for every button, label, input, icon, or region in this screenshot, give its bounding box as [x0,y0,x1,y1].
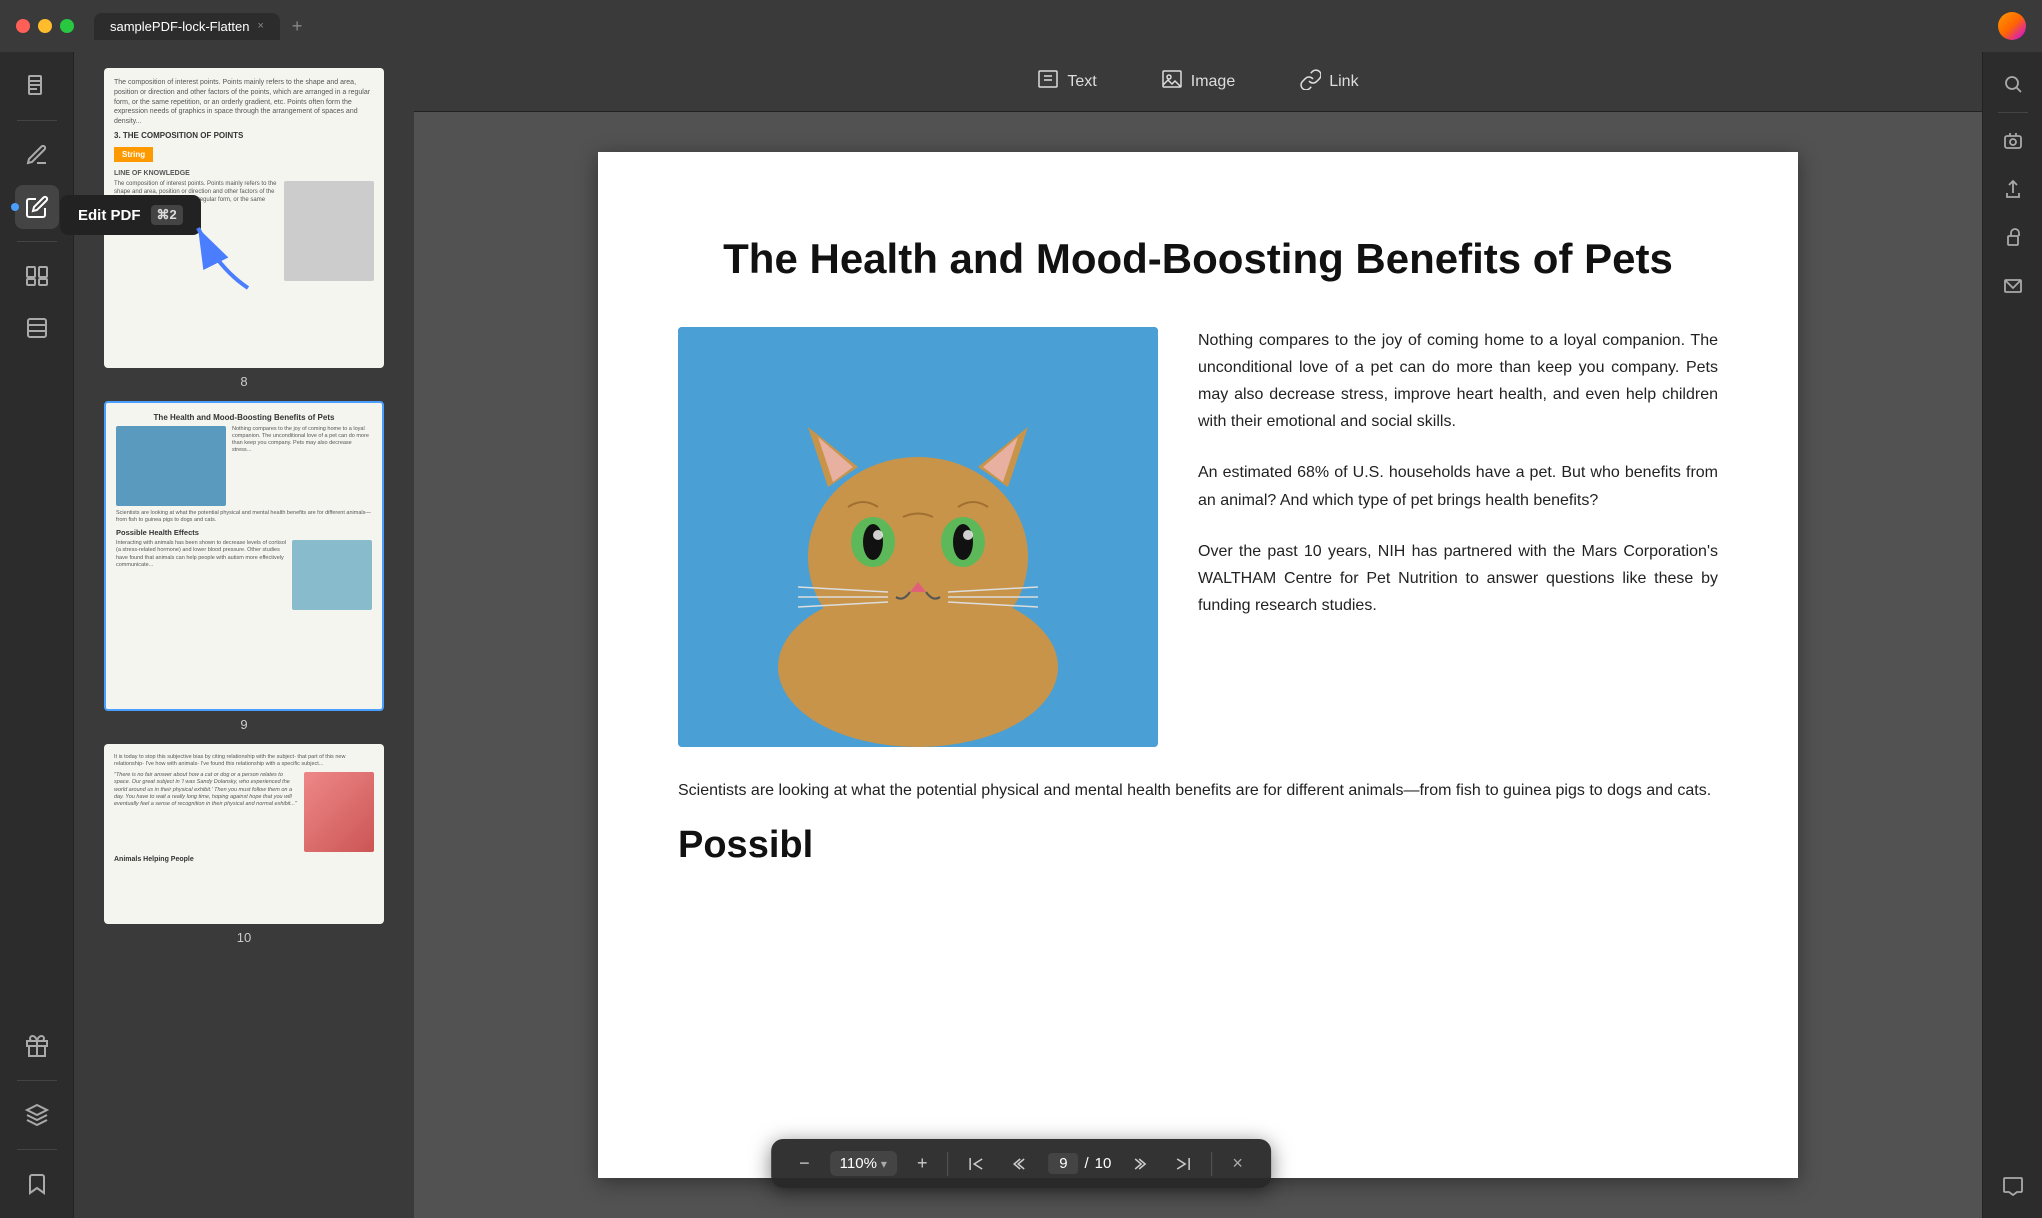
sidebar-item-layers[interactable] [15,1093,59,1137]
text-tool-label: Text [1067,73,1096,91]
tab-close-button[interactable]: × [257,20,263,32]
link-tool-icon [1299,68,1321,95]
page-prev-button[interactable] [1004,1152,1036,1176]
sidebar-item-gift[interactable] [15,1024,59,1068]
email-icon[interactable] [1993,265,2033,305]
protect-icon[interactable] [1993,217,2033,257]
traffic-lights [16,19,74,33]
link-tool-button[interactable]: Link [1287,62,1370,101]
tab-title: samplePDF-lock-Flatten [110,19,249,34]
close-button[interactable] [16,19,30,33]
cat-image [678,327,1158,747]
image-tool-icon [1161,68,1183,95]
right-divider-1 [1998,112,2028,113]
toolbar-divider-2 [1211,1152,1212,1176]
pdf-para-3: Over the past 10 years, NIH has partnere… [1198,538,1718,620]
pdf-text-column: Nothing compares to the joy of coming ho… [1198,327,1718,747]
page-last-button[interactable] [1167,1152,1199,1176]
tooltip-shortcut: ⌘2 [151,205,183,225]
user-avatar[interactable] [1998,12,2026,40]
minimize-button[interactable] [38,19,52,33]
tooltip-arrow [188,218,268,303]
top-toolbar: Text Image [414,52,1982,112]
sidebar-item-tools1[interactable] [15,133,59,177]
tooltip-label: Edit PDF [78,207,141,224]
main-layout: The composition of interest points. Poin… [0,52,2042,1218]
text-tool-icon [1037,68,1059,95]
active-indicator [11,203,19,211]
pdf-viewer[interactable]: The Health and Mood-Boosting Benefits of… [414,112,1982,1218]
active-tab[interactable]: samplePDF-lock-Flatten × [94,13,280,40]
title-bar: samplePDF-lock-Flatten × + [0,0,2042,52]
toolbar-divider-1 [947,1152,948,1176]
sidebar-item-edit[interactable] [15,185,59,229]
pdf-para-4: Scientists are looking at what the poten… [678,777,1718,804]
link-tool-label: Link [1329,73,1358,91]
sidebar-divider-2 [17,241,57,242]
zoom-chevron-icon: ▾ [881,1157,887,1171]
image-tool-button[interactable]: Image [1149,62,1247,101]
thumb-label-10: 10 [237,930,251,945]
sidebar-divider-4 [17,1149,57,1150]
sidebar-item-document[interactable] [15,64,59,108]
pdf-para-2: An estimated 68% of U.S. households have… [1198,459,1718,513]
zoom-value: 110% [840,1155,877,1172]
text-tool-button[interactable]: Text [1025,62,1108,101]
scan-icon[interactable] [1993,121,2033,161]
maximize-button[interactable] [60,19,74,33]
zoom-in-button[interactable]: + [909,1149,936,1178]
total-pages: 10 [1095,1155,1112,1172]
tab-bar: samplePDF-lock-Flatten × + [94,13,310,40]
comment-icon[interactable] [1993,1166,2033,1206]
page-display: / 10 [1048,1153,1111,1174]
sidebar-item-redact[interactable] [15,306,59,350]
content-area: Text Image [414,52,1982,1218]
page-next-button[interactable] [1123,1152,1155,1176]
bottom-toolbar: − 110% ▾ + / 10 × [771,1139,1271,1188]
export-icon[interactable] [1993,169,2033,209]
pdf-page: The Health and Mood-Boosting Benefits of… [598,152,1798,1178]
sidebar-item-bookmark[interactable] [15,1162,59,1206]
pdf-content-row: Nothing compares to the joy of coming ho… [678,327,1718,747]
thumbnail-page-10[interactable]: It is today to stop this subjective bias… [90,744,398,945]
toolbar-close-button[interactable]: × [1224,1149,1251,1178]
zoom-display[interactable]: 110% ▾ [830,1151,897,1176]
sidebar-divider-3 [17,1080,57,1081]
pdf-para-1: Nothing compares to the joy of coming ho… [1198,327,1718,436]
sidebar-item-pages[interactable] [15,254,59,298]
current-page-input[interactable] [1048,1153,1078,1174]
thumb-label-8: 8 [240,374,247,389]
thumb-label-9: 9 [240,717,247,732]
pdf-page-title: The Health and Mood-Boosting Benefits of… [678,232,1718,287]
image-tool-label: Image [1191,73,1235,91]
new-tab-button[interactable]: + [284,16,311,37]
zoom-out-button[interactable]: − [791,1149,818,1178]
page-separator: / [1084,1155,1088,1172]
pdf-possible-heading: Possibl [678,824,1718,867]
search-icon-right[interactable] [1993,64,2033,104]
right-sidebar [1982,52,2042,1218]
edit-pdf-tooltip: Edit PDF ⌘2 [60,195,201,235]
thumbnail-page-9[interactable]: The Health and Mood-Boosting Benefits of… [90,401,398,732]
sidebar-divider-1 [17,120,57,121]
page-first-button[interactable] [960,1152,992,1176]
